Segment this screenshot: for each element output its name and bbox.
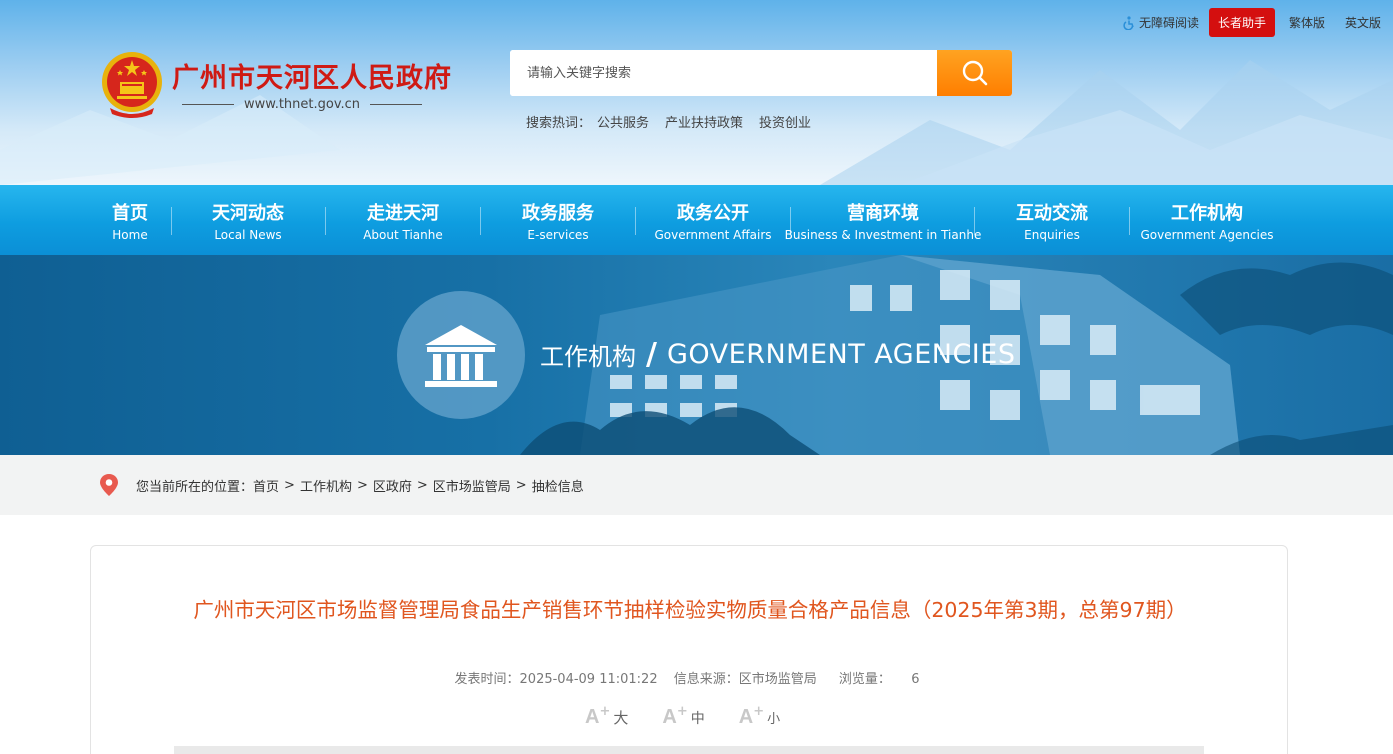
logo-text: 广州市天河区人民政府 www.thnet.gov.cn — [172, 56, 452, 112]
font-size-medium-button[interactable]: A + 中 — [662, 704, 704, 729]
breadcrumb-bar: 您当前所在的位置： 首页 > 工作机构 > 区政府 > 区市场监管局 > 抽检信… — [0, 455, 1393, 515]
search-button[interactable] — [937, 50, 1012, 96]
elder-assistant-button[interactable]: 长者助手 — [1208, 8, 1275, 37]
site-url: www.thnet.gov.cn — [172, 97, 452, 112]
view-count: 浏览量： 6 — [833, 672, 926, 687]
article-content-divider — [174, 746, 1204, 754]
view-count-value: 6 — [911, 672, 920, 687]
hot-word-link[interactable]: 公共服务 — [597, 112, 649, 131]
site-title: 广州市天河区人民政府 — [172, 63, 452, 94]
nav-item-e-services[interactable]: 政务服务 E-services — [498, 185, 618, 255]
nav-item-local-news[interactable]: 天河动态 Local News — [188, 185, 308, 255]
accessibility-icon — [1123, 15, 1134, 30]
font-size-large-button[interactable]: A + 大 — [585, 704, 628, 729]
search-icon — [962, 60, 987, 86]
info-source: 信息来源：区市场监管局 — [673, 672, 817, 687]
hot-word-link[interactable]: 投资创业 — [759, 112, 811, 131]
breadcrumb-district-gov[interactable]: 区政府 — [373, 476, 412, 495]
site-header: 无障碍阅读 长者助手 繁体版 英文版 广州市天河区人民政府 www.thnet.… — [0, 0, 1393, 185]
government-building-icon — [397, 291, 525, 419]
nav-item-enquiries[interactable]: 互动交流 Enquiries — [992, 185, 1112, 255]
national-emblem-icon — [102, 52, 162, 118]
search-box — [510, 50, 1012, 96]
hot-word-link[interactable]: 产业扶持政策 — [665, 112, 743, 131]
page-banner: 工作机构 / GOVERNMENT AGENCIES — [0, 255, 1393, 455]
banner-title: 工作机构 / GOVERNMENT AGENCIES — [540, 337, 1015, 372]
nav-item-home[interactable]: 首页 Home — [80, 185, 180, 255]
search-input[interactable] — [510, 50, 937, 96]
banner-title-cn: 工作机构 — [540, 343, 636, 371]
publish-time: 发表时间：2025-04-09 11:01:22 — [454, 672, 658, 687]
hot-search-label: 搜索热词： — [526, 116, 592, 131]
site-logo[interactable]: 广州市天河区人民政府 www.thnet.gov.cn — [100, 50, 452, 118]
traditional-chinese-link[interactable]: 繁体版 — [1289, 14, 1325, 31]
font-size-small-button[interactable]: A + 小 — [738, 704, 780, 729]
accessibility-link[interactable]: 无障碍阅读 — [1122, 14, 1199, 31]
site-url-text: www.thnet.gov.cn — [244, 97, 361, 112]
font-size-icon: A — [738, 706, 754, 728]
breadcrumb-agencies[interactable]: 工作机构 — [300, 476, 352, 495]
banner-title-en: GOVERNMENT AGENCIES — [666, 339, 1016, 370]
article-meta: 发表时间：2025-04-09 11:01:22 信息来源：区市场监管局 浏览量… — [91, 668, 1289, 687]
banner-title-slash: / — [646, 337, 657, 372]
main-nav: 首页 Home 天河动态 Local News 走进天河 About Tianhe 政… — [0, 185, 1393, 255]
article-title: 广州市天河区市场监督管理局食品生产销售环节抽样检验实物质量合格产品信息（2025… — [193, 598, 1187, 622]
breadcrumb: 您当前所在的位置： 首页 > 工作机构 > 区政府 > 区市场监管局 > 抽检信… — [98, 473, 584, 497]
top-links: 无障碍阅读 长者助手 繁体版 英文版 — [1108, 8, 1381, 37]
nav-item-government-affairs[interactable]: 政务公开 Government Affairs — [648, 185, 778, 255]
breadcrumb-market-bureau[interactable]: 区市场监管局 — [433, 476, 511, 495]
location-pin-icon — [100, 474, 118, 496]
breadcrumb-prefix: 您当前所在的位置： — [136, 479, 254, 495]
accessibility-label: 无障碍阅读 — [1138, 16, 1199, 30]
english-version-link[interactable]: 英文版 — [1345, 14, 1381, 31]
hot-search-words: 搜索热词： 公共服务 产业扶持政策 投资创业 — [526, 112, 827, 131]
font-size-icon: A — [662, 706, 677, 728]
breadcrumb-inspection-info[interactable]: 抽检信息 — [532, 476, 584, 495]
font-size-switcher: A + 大 A + 中 A + 小 — [585, 704, 814, 729]
breadcrumb-home[interactable]: 首页 — [253, 476, 279, 495]
font-size-icon: A — [585, 706, 600, 728]
nav-item-business-environment[interactable]: 营商环境 Business & Investment in Tianhe — [785, 185, 982, 255]
article-panel: 广州市天河区市场监督管理局食品生产销售环节抽样检验实物质量合格产品信息（2025… — [90, 545, 1288, 754]
nav-item-about-tianhe[interactable]: 走进天河 About Tianhe — [343, 185, 463, 255]
view-count-label: 浏览量： — [838, 672, 891, 687]
nav-item-government-agencies[interactable]: 工作机构 Government Agencies — [1140, 185, 1273, 255]
